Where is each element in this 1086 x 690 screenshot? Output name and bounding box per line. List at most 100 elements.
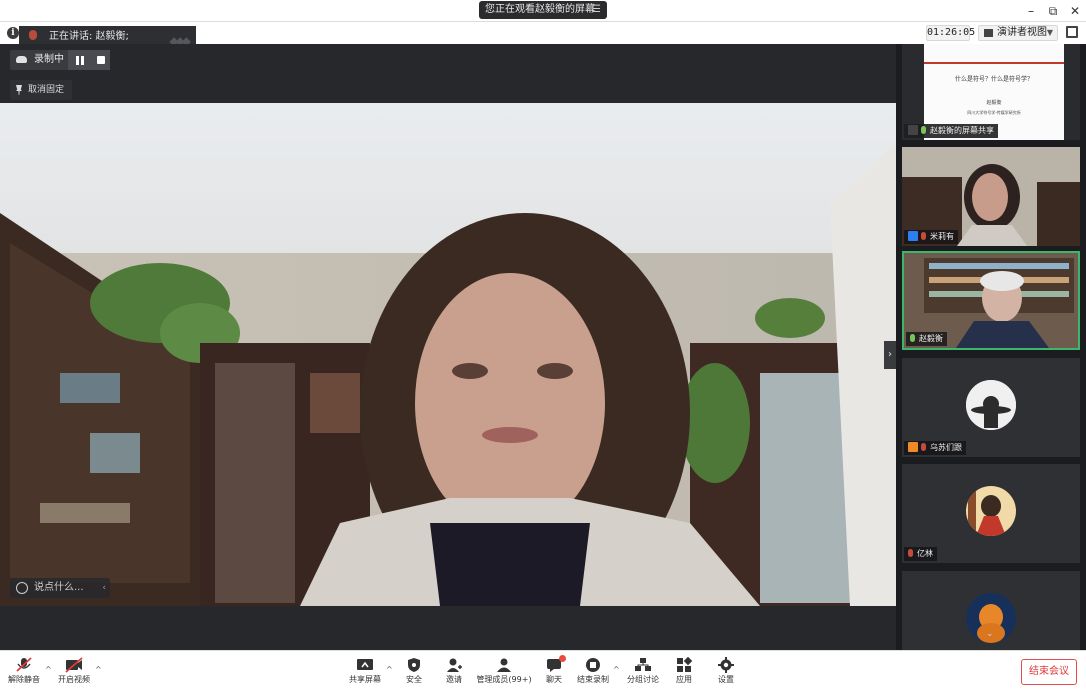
slide-org: 四川大学符号学-传媒学研究所 [967, 110, 1021, 115]
screen-share-icon [908, 125, 918, 135]
microphone-muted-icon [908, 549, 913, 557]
participant-name: 亿林 [917, 549, 933, 558]
view-mode-label: 演讲者视图 [997, 27, 1047, 38]
participant-tile[interactable]: ⌄ [902, 571, 1080, 650]
microphone-muted-icon [16, 657, 32, 672]
unmute-button[interactable]: 解除静音 [6, 655, 42, 689]
settings-button[interactable]: 设置 [712, 655, 740, 689]
chevron-up-icon[interactable]: ^ [613, 665, 620, 674]
tile-name-tag: 米莉有 [904, 230, 958, 244]
stop-recording-label: 结束录制 [577, 675, 609, 684]
manage-members-button[interactable]: 管理成员(99+) [474, 655, 534, 689]
camera-off-icon [65, 657, 83, 673]
stop-recording-button[interactable]: 结束录制 [576, 655, 610, 689]
apps-icon [677, 657, 693, 672]
apps-button[interactable]: 应用 [670, 655, 698, 689]
title-bar: 您正在观看赵毅衡的屏幕 ☰ – ⧉ ✕ [0, 0, 1086, 22]
chevron-up-icon[interactable]: ^ [95, 665, 102, 674]
chat-label: 聊天 [546, 675, 562, 684]
participant-tile[interactable]: 米莉有 [902, 147, 1080, 246]
slide-author: 赵毅衡 [986, 100, 1002, 106]
tile-name-tag: 赵毅衡的屏幕共享 [904, 124, 998, 138]
avatar [966, 486, 1016, 536]
invite-button[interactable]: 邀请 [440, 655, 468, 689]
collapse-sidebar-handle[interactable]: › [884, 341, 896, 369]
pause-icon[interactable] [76, 56, 84, 65]
breakout-rooms-label: 分组讨论 [627, 675, 659, 684]
close-button[interactable]: ✕ [1064, 0, 1086, 22]
start-video-label: 开启视频 [58, 675, 90, 684]
participant-name: 赵毅衡的屏幕共享 [930, 126, 994, 135]
speaking-label: 正在讲话: 赵毅衡; [49, 31, 129, 42]
record-stop-icon [586, 658, 600, 672]
chevron-left-icon[interactable]: ‹ [102, 578, 106, 598]
members-icon [497, 658, 511, 672]
microphone-muted-icon [921, 443, 926, 451]
share-screen-icon [357, 659, 373, 670]
tile-name-tag: 乌苏们跟 [904, 441, 966, 455]
shield-icon [408, 658, 420, 672]
participant-name: 米莉有 [930, 232, 954, 241]
invite-label: 邀请 [446, 675, 462, 684]
participant-tile-screen-share[interactable]: 什么是符号？什么是符号学？ 赵毅衡 四川大学符号学-传媒学研究所 赵毅衡的屏幕共… [902, 44, 1080, 140]
microphone-muted-icon [921, 232, 926, 240]
view-mode-button[interactable]: 演讲者视图 ▼ [978, 25, 1058, 41]
user-icon [908, 442, 918, 452]
security-button[interactable]: 安全 [400, 655, 428, 689]
participant-tile[interactable]: 乌苏们跟 [902, 358, 1080, 457]
share-screen-button[interactable]: 共享屏幕 [346, 655, 384, 689]
meeting-window: 您正在观看赵毅衡的屏幕 ☰ – ⧉ ✕ i 正在讲话: 赵毅衡; ◆◆◆ 01:… [0, 0, 1086, 690]
add-user-icon [447, 658, 462, 672]
notification-badge [559, 655, 566, 662]
info-icon[interactable]: i [7, 27, 19, 39]
slide-divider [924, 62, 1064, 64]
meeting-timer: 01:26:05 [926, 25, 975, 41]
chevron-down-icon[interactable]: ⌄ [986, 629, 994, 639]
stop-icon[interactable] [97, 56, 105, 64]
chat-placeholder: 说点什么... [34, 582, 84, 593]
chevron-up-icon[interactable]: ^ [386, 665, 393, 674]
chevron-down-icon: ▼ [1046, 28, 1053, 37]
chevron-up-icon[interactable]: ^ [45, 665, 52, 674]
tile-name-tag: 赵毅衡 [906, 332, 947, 346]
emoji-icon[interactable] [16, 582, 28, 594]
unmute-label: 解除静音 [8, 675, 40, 684]
fullscreen-icon[interactable] [1066, 26, 1078, 38]
unpin-label: 取消固定 [28, 85, 65, 95]
microphone-icon [29, 30, 37, 40]
share-status-pill[interactable]: 您正在观看赵毅衡的屏幕 ☰ [479, 1, 607, 19]
chat-button[interactable]: 聊天 [540, 655, 568, 689]
participant-tile-active[interactable]: 赵毅衡 [902, 251, 1080, 350]
microphone-icon [921, 126, 926, 134]
avatar [966, 380, 1016, 430]
avatar-image [966, 380, 1016, 430]
participant-name: 乌苏们跟 [930, 443, 962, 452]
meeting-toolbar: 解除静音 ^ 开启视频 ^ 共享屏幕 ^ 安全 邀请 管理成员(99+) 聊天 … [0, 650, 1086, 690]
user-icon [908, 231, 918, 241]
start-video-button[interactable]: 开启视频 [56, 655, 92, 689]
tile-name-tag: 亿林 [904, 547, 937, 561]
apps-label: 应用 [676, 675, 692, 684]
gear-icon [718, 657, 734, 673]
end-meeting-button[interactable]: 结束会议 [1021, 659, 1077, 685]
settings-label: 设置 [718, 675, 734, 684]
chat-input-hint[interactable]: 说点什么... ‹ [10, 578, 110, 598]
pin-icon [16, 85, 22, 95]
unpin-button[interactable]: 取消固定 [10, 80, 73, 100]
avatar-image [966, 486, 1016, 536]
breakout-rooms-button[interactable]: 分组讨论 [624, 655, 662, 689]
breakout-icon [635, 658, 651, 671]
layout-icon [984, 29, 993, 37]
slide-title: 什么是符号？什么是符号学？ [954, 76, 1033, 83]
participant-tile[interactable]: 亿林 [902, 464, 1080, 563]
share-screen-label: 共享屏幕 [349, 675, 381, 684]
menu-icon[interactable]: ☰ [592, 1, 601, 19]
security-label: 安全 [406, 675, 422, 684]
main-video-feed [0, 103, 896, 606]
participant-name: 赵毅衡 [919, 334, 943, 343]
minimize-button[interactable]: – [1020, 0, 1042, 22]
manage-members-label: 管理成员(99+) [476, 675, 532, 684]
restore-button[interactable]: ⧉ [1042, 0, 1064, 22]
recording-label: 录制中 [34, 54, 64, 65]
share-status-text: 您正在观看赵毅衡的屏幕 [485, 4, 595, 15]
